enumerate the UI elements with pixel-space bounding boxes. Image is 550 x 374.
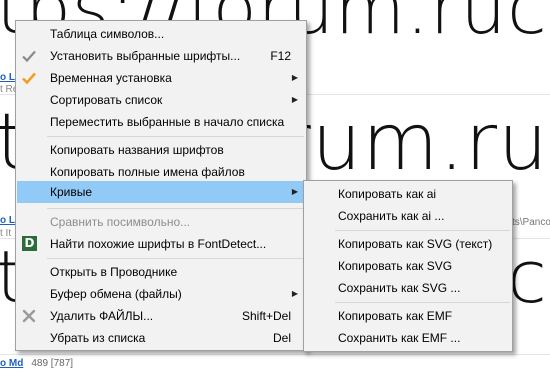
menu-item-copy-font-names[interactable]: Копировать названия шрифтов	[17, 139, 305, 161]
check-gray-icon	[22, 50, 36, 63]
font-row-footer: o Md 489 [787]	[0, 358, 73, 369]
font-count: 489 [787]	[31, 358, 74, 369]
menu-item-find-similar[interactable]: D Найти похожие шрифты в FontDetect...	[17, 233, 305, 255]
menu-item-delete-files[interactable]: Удалить ФАЙЛЫ... Shift+Del	[17, 305, 305, 327]
menu-item-open-explorer[interactable]: Открыть в Проводнике	[17, 261, 305, 283]
menu-item-move-to-top[interactable]: Переместить выбранные в начало списка	[17, 111, 305, 133]
submenu-arrow-icon: ▶	[291, 289, 298, 298]
submenu-item-copy-emf[interactable]: Копировать как EMF	[305, 305, 511, 327]
submenu-item-save-emf[interactable]: Сохранить как EMF ...	[305, 327, 511, 349]
menu-item-curves[interactable]: Кривые ▶	[17, 181, 305, 203]
font-path: ts\Panco	[512, 217, 550, 228]
menu-item-copy-file-names[interactable]: Копировать полные имена файлов	[17, 161, 305, 183]
shortcut-label: Shift+Del	[241, 309, 291, 323]
delete-x-icon	[22, 309, 36, 323]
menu-separator	[47, 136, 304, 137]
menu-item-install-fonts[interactable]: Установить выбранные шрифты... F12	[17, 45, 305, 67]
curves-submenu: Копировать как ai Сохранить как ai ... К…	[303, 180, 513, 352]
menu-separator	[47, 258, 304, 259]
row-divider	[0, 354, 550, 355]
menu-separator	[335, 302, 510, 303]
fontdetect-icon: D	[22, 236, 37, 251]
font-name-link[interactable]: o Md	[0, 358, 23, 369]
submenu-item-copy-svg-text[interactable]: Копировать как SVG (текст)	[305, 233, 511, 255]
context-menu: Таблица символов... Установить выбранные…	[15, 20, 307, 351]
submenu-item-copy-ai[interactable]: Копировать как ai	[305, 183, 511, 205]
menu-separator	[335, 230, 510, 231]
submenu-arrow-icon: ▶	[291, 73, 298, 82]
menu-separator	[47, 208, 304, 209]
menu-item-remove-from-list[interactable]: Убрать из списка Del	[17, 327, 305, 349]
submenu-arrow-icon: ▶	[291, 187, 298, 196]
shortcut-label: F12	[270, 49, 291, 63]
submenu-item-save-svg[interactable]: Сохранить как SVG ...	[305, 277, 511, 299]
menu-item-temp-install[interactable]: Временная установка ▶	[17, 67, 305, 89]
submenu-arrow-icon: ▶	[291, 95, 298, 104]
menu-item-sort-list[interactable]: Сортировать список ▶	[17, 89, 305, 111]
check-orange-icon	[22, 72, 36, 85]
shortcut-label: Del	[272, 331, 291, 345]
menu-item-char-table[interactable]: Таблица символов...	[17, 23, 305, 45]
menu-item-clipboard-files[interactable]: Буфер обмена (файлы) ▶	[17, 283, 305, 305]
menu-item-compare-chars: Сравнить посимвольно...	[50, 215, 191, 229]
submenu-item-copy-svg[interactable]: Копировать как SVG	[305, 255, 511, 277]
submenu-item-save-ai[interactable]: Сохранить как ai ...	[305, 205, 511, 227]
